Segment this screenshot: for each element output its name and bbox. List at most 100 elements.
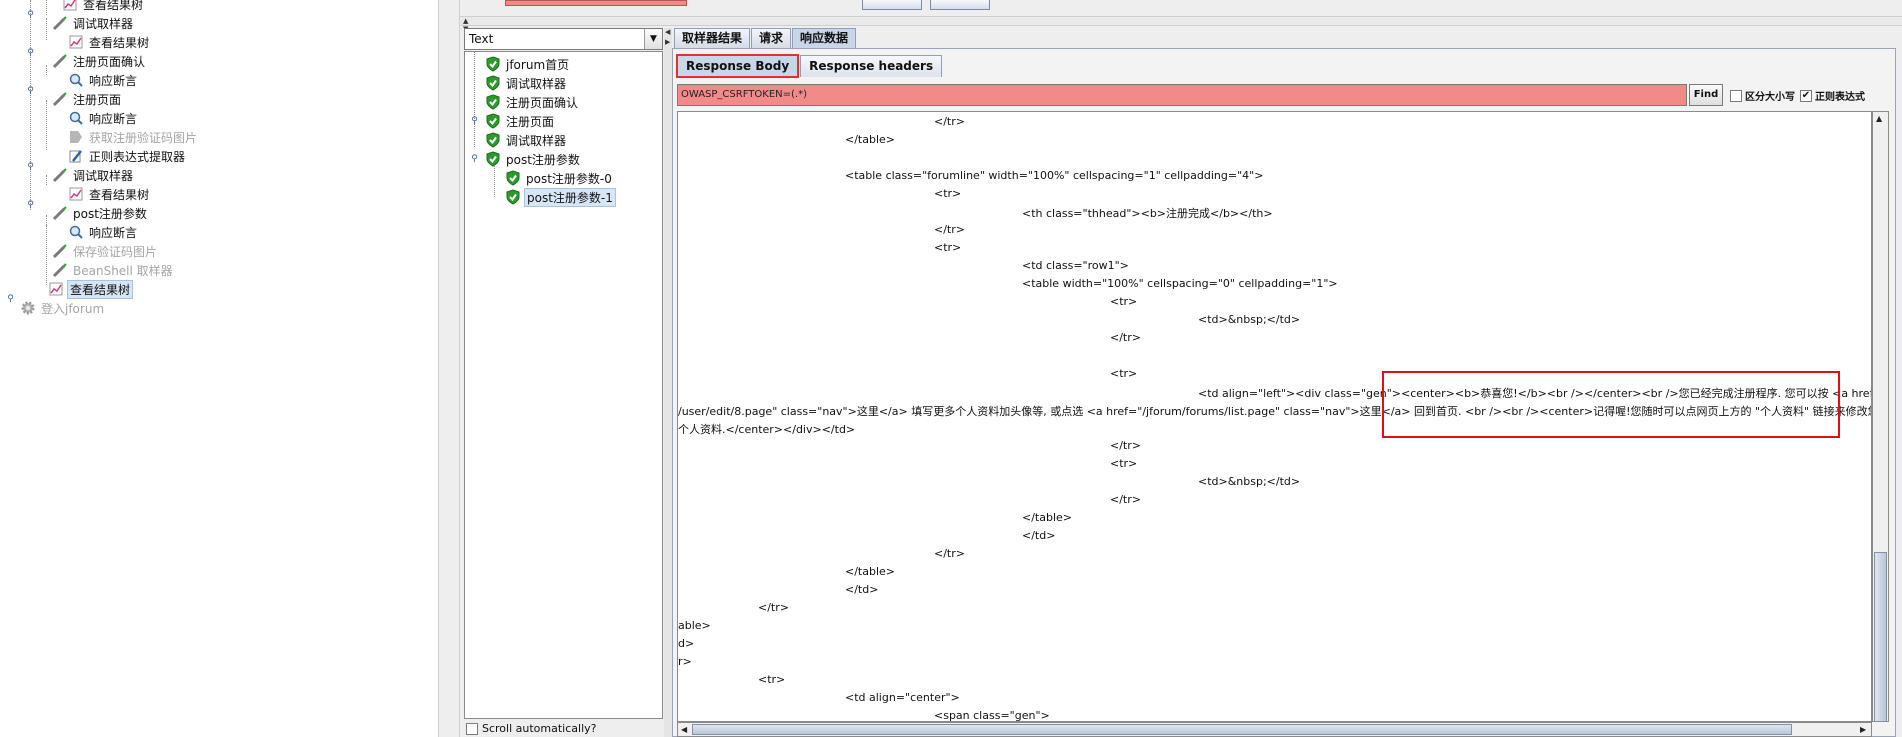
body-line: </tr> — [1110, 331, 1141, 344]
body-line: </table> — [845, 565, 895, 578]
tree-node[interactable]: 响应断言 — [68, 223, 139, 241]
horizontal-splitter[interactable]: ▲▼ — [460, 16, 1902, 33]
result-tree-node[interactable]: post注册参数-0 — [505, 169, 614, 187]
body-line: 个人资料.</center></div></td> — [678, 423, 856, 436]
tree-node[interactable]: 注册页面确认 — [52, 52, 147, 70]
vertical-splitter[interactable]: ◀ ▶ — [664, 28, 672, 737]
vertical-scroll-thumb[interactable] — [1874, 552, 1887, 722]
tree-node[interactable]: 查看结果树 — [68, 185, 151, 203]
test-plan-tree[interactable]: ⚲ ⚲ ⚲ ⚲ ⚲ ⚲ 查看结果树 调试取样器 查看结果树 注册页面确认 响应断言 注册页… — [0, 0, 438, 737]
result-tree-node[interactable]: 调试取样器 — [485, 74, 568, 92]
body-line: </tr> — [758, 601, 789, 614]
tree-node[interactable]: BeanShell 取样器 — [52, 261, 175, 279]
horizontal-scroll-thumb[interactable] — [692, 724, 1792, 735]
vertical-scrollbar[interactable]: ▲ — [1872, 111, 1889, 722]
body-line: </tr> — [934, 223, 965, 236]
shield-ok-icon — [485, 56, 501, 72]
search-field-top[interactable] — [505, 0, 687, 6]
result-tree[interactable]: ⚲ ⚲ jforum首页 调试取样器 注册页面确认 注册页面 调试取样器 post注册参数 po… — [464, 51, 663, 719]
tree-node[interactable]: 注册页面 — [52, 90, 123, 108]
assertion-icon — [68, 110, 84, 126]
tree-node-label: 响应断言 — [89, 73, 138, 88]
arrow-down-icon[interactable]: ▶ — [665, 38, 670, 46]
post-processor-icon — [68, 129, 84, 145]
body-line: </tr> — [934, 547, 965, 560]
find-bar: OWASP_CSRFTOKEN=(.*) Find 区分大小写 ✔ 正则表达式 — [673, 82, 1897, 108]
tree-node[interactable]: 获取注册验证码图片 — [68, 128, 199, 146]
tree-node[interactable]: 保存验证码图片 — [52, 242, 159, 260]
result-tree-node[interactable]: jforum首页 — [485, 55, 571, 73]
tree-node[interactable]: 正则表达式提取器 — [68, 147, 187, 165]
result-tree-node-label: post注册参数-0 — [526, 171, 612, 186]
horizontal-scrollbar[interactable]: ◀ ▶ — [677, 722, 1872, 737]
tree-node-label: 调试取样器 — [73, 168, 134, 183]
top-strip — [460, 0, 1902, 16]
reset-button[interactable] — [930, 0, 990, 10]
body-line: <tr> — [934, 241, 962, 254]
tab-response-headers[interactable]: Response headers — [800, 55, 943, 77]
regex-checkbox[interactable]: ✔ 正则表达式 — [1800, 88, 1865, 103]
tree-node[interactable]: 响应断言 — [68, 71, 139, 89]
tree-node-label: 响应断言 — [89, 111, 138, 126]
left-splitter[interactable] — [438, 0, 460, 737]
find-button[interactable]: Find — [1689, 84, 1723, 106]
scroll-auto-label: Scroll automatically? — [482, 722, 597, 735]
body-line: d> — [678, 637, 695, 650]
renderer-select[interactable]: Text ▼ — [464, 28, 663, 50]
tree-node[interactable]: 登入jforum — [20, 299, 106, 317]
body-line: </tr> — [1110, 439, 1141, 452]
case-sensitive-label: 区分大小写 — [1745, 92, 1795, 103]
result-tree-node-label: 调试取样器 — [506, 76, 567, 91]
tab-sampler-result[interactable]: 取样器结果 — [674, 28, 751, 48]
tree-node-label: 响应断言 — [89, 225, 138, 240]
tree-node[interactable]: 查看结果树 — [48, 279, 134, 299]
result-tree-node-label: 调试取样器 — [506, 133, 567, 148]
tree-node[interactable]: 调试取样器 — [52, 14, 135, 32]
result-tree-node-label: jforum首页 — [506, 57, 570, 72]
result-tree-node[interactable]: 注册页面 — [485, 112, 556, 130]
body-line: </td> — [1022, 529, 1056, 542]
tree-node[interactable]: 查看结果树 — [62, 0, 145, 13]
shield-ok-icon — [505, 189, 521, 205]
scroll-left-icon[interactable]: ◀ — [681, 725, 687, 734]
tree-node[interactable]: 响应断言 — [68, 109, 139, 127]
checkbox-icon[interactable] — [466, 722, 478, 735]
tree-node[interactable]: 调试取样器 — [52, 166, 135, 184]
result-tree-node[interactable]: 调试取样器 — [485, 131, 568, 149]
tree-node[interactable]: 查看结果树 — [68, 33, 151, 51]
sampler-icon — [52, 205, 68, 221]
body-line: able> — [678, 619, 711, 632]
checkbox-checked-icon[interactable]: ✔ — [1800, 89, 1812, 102]
listener-icon — [68, 34, 84, 50]
result-tree-node-label: post注册参数 — [506, 152, 580, 167]
result-tree-node-label: post注册参数-1 — [524, 187, 616, 207]
scroll-right-icon[interactable]: ▶ — [1860, 725, 1866, 734]
result-tree-node[interactable]: post注册参数 — [485, 150, 582, 168]
find-input[interactable]: OWASP_CSRFTOKEN=(.*) — [677, 84, 1687, 106]
result-tree-node[interactable]: 注册页面确认 — [485, 93, 580, 111]
body-line: <table class="forumline" width="100%" ce… — [845, 169, 1264, 182]
scroll-auto-checkbox[interactable]: Scroll automatically? — [466, 722, 596, 735]
tab-response-body[interactable]: Response Body — [675, 54, 800, 78]
tree-node[interactable]: post注册参数 — [52, 204, 149, 222]
arrow-up-icon[interactable]: ◀ — [665, 28, 670, 36]
tab-request[interactable]: 请求 — [751, 28, 792, 48]
sampler-icon — [52, 53, 68, 69]
case-sensitive-checkbox[interactable]: 区分大小写 — [1730, 88, 1795, 103]
sampler-icon — [52, 91, 68, 107]
tree-node-label: 登入jforum — [41, 301, 105, 316]
tree-node-label: 查看结果树 — [89, 35, 150, 50]
result-tree-node[interactable]: post注册参数-1 — [505, 187, 616, 207]
tab-response-data[interactable]: 响应数据 — [792, 28, 857, 48]
scroll-up-icon[interactable]: ▲ — [1876, 114, 1882, 123]
tree-node-label: 调试取样器 — [73, 16, 134, 31]
assertion-icon — [68, 224, 84, 240]
gear-icon — [20, 300, 36, 316]
shield-ok-icon — [505, 170, 521, 186]
chevron-down-icon[interactable]: ▼ — [644, 29, 662, 49]
tree-node-label: BeanShell 取样器 — [73, 263, 173, 278]
search-button[interactable] — [862, 0, 922, 10]
tree-node-label: 保存验证码图片 — [73, 244, 158, 259]
body-line: </tr> — [1110, 493, 1141, 506]
checkbox-icon[interactable] — [1730, 89, 1742, 102]
